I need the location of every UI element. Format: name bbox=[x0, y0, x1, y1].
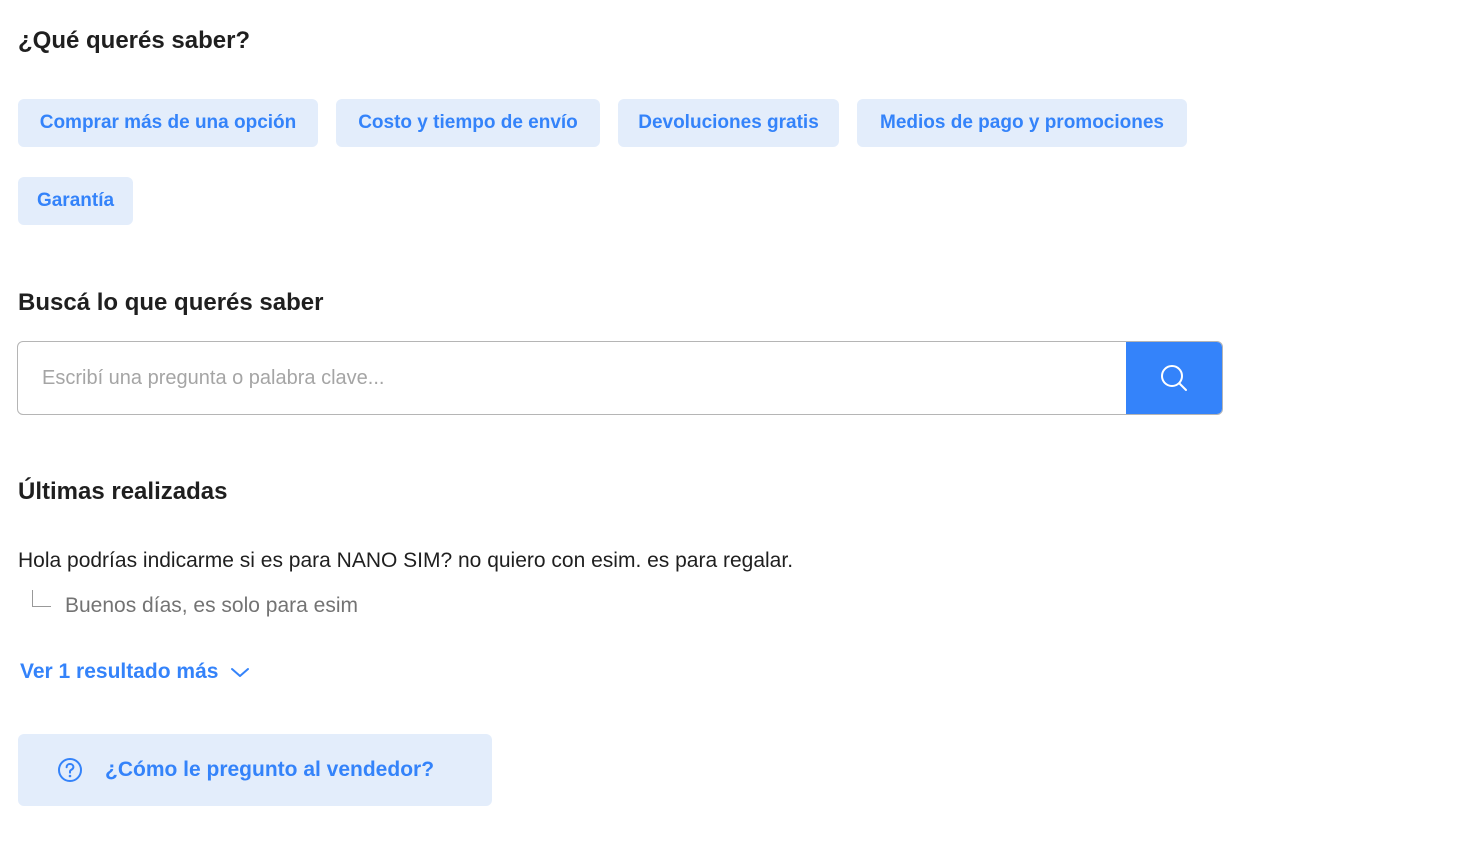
chip-payment-methods[interactable]: Medios de pago y promociones bbox=[857, 99, 1187, 147]
see-more-results-link[interactable]: Ver 1 resultado más bbox=[20, 656, 250, 688]
search-input[interactable] bbox=[18, 342, 1126, 414]
recent-answer-text: Buenos días, es solo para esim bbox=[65, 594, 358, 617]
recent-question-text: Hola podrías indicarme si es para NANO S… bbox=[18, 549, 794, 572]
chip-buy-multiple[interactable]: Comprar más de una opción bbox=[18, 99, 318, 147]
chip-free-returns[interactable]: Devoluciones gratis bbox=[618, 99, 839, 147]
see-more-label: Ver 1 resultado más bbox=[20, 660, 219, 683]
search-button[interactable] bbox=[1126, 342, 1222, 414]
search-title: Buscá lo que querés saber bbox=[18, 289, 324, 316]
search-icon bbox=[1159, 363, 1189, 393]
chevron-down-icon bbox=[230, 665, 250, 679]
questions-section: ¿Qué querés saber? Comprar más de una op… bbox=[0, 0, 1471, 856]
how-to-ask-seller-button[interactable]: ¿Cómo le pregunto al vendedor? bbox=[18, 734, 492, 806]
how-to-ask-label: ¿Cómo le pregunto al vendedor? bbox=[105, 758, 435, 781]
chip-warranty[interactable]: Garantía bbox=[18, 177, 133, 225]
question-circle-icon bbox=[57, 757, 83, 783]
recent-questions-title: Últimas realizadas bbox=[18, 478, 228, 505]
answer-connector bbox=[32, 590, 51, 607]
chip-shipping-cost[interactable]: Costo y tiempo de envío bbox=[336, 99, 600, 147]
quick-questions-title: ¿Qué querés saber? bbox=[18, 27, 251, 54]
search-box bbox=[17, 341, 1223, 415]
